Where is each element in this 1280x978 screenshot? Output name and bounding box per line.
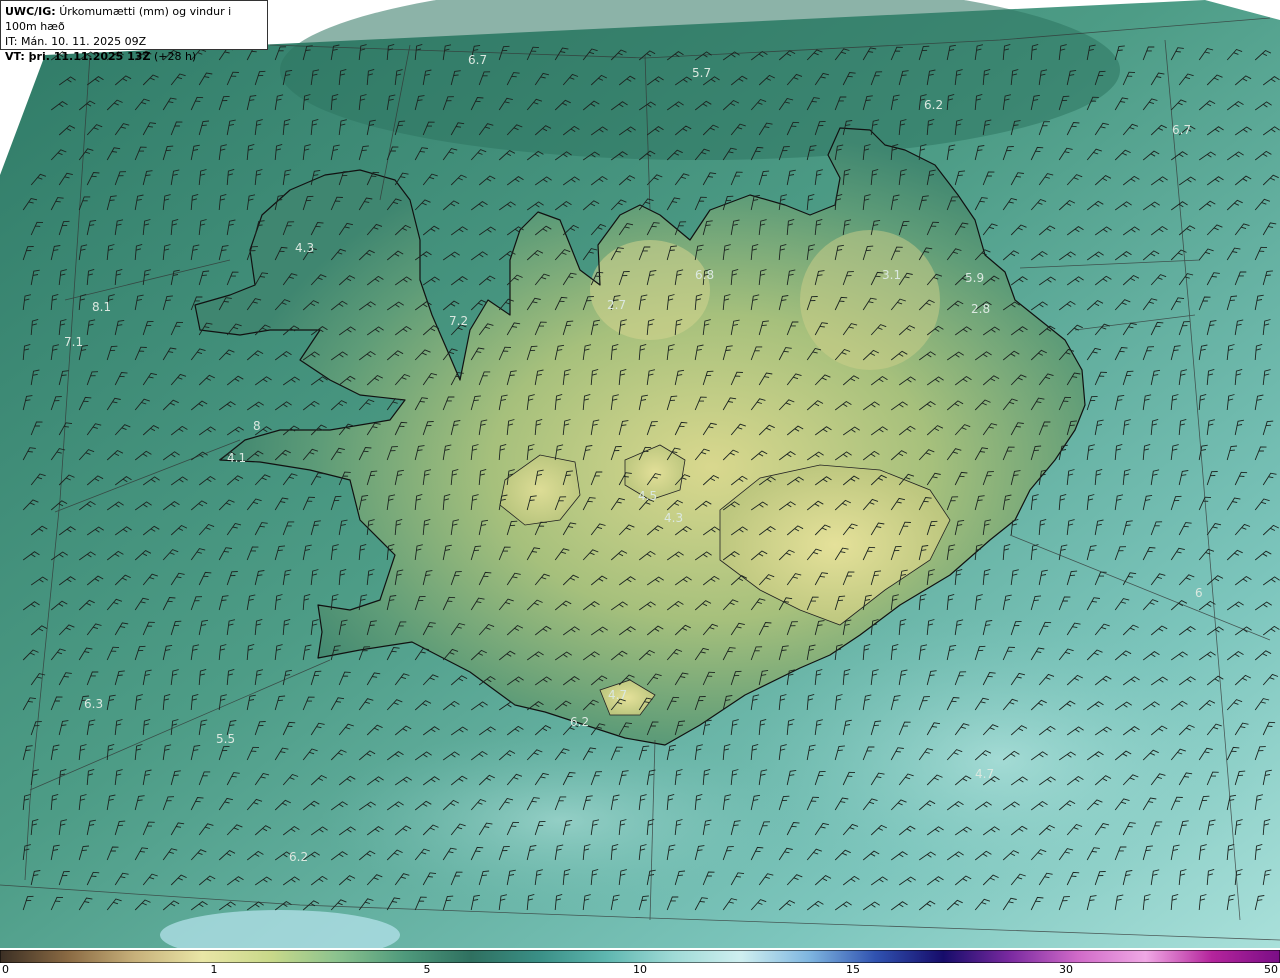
precip-value-label: 7.1 [64, 335, 83, 349]
colorbar-tick: 10 [633, 963, 647, 976]
precip-value-label: 3.1 [882, 268, 901, 282]
precip-value-label: 8 [253, 419, 261, 433]
precip-value-label: 4.7 [608, 688, 627, 702]
precip-value-label: 7.2 [449, 314, 468, 328]
precip-value-label: 4.3 [295, 241, 314, 255]
precip-value-label: 5.5 [216, 732, 235, 746]
precip-value-label: 6.7 [468, 53, 487, 67]
model-code: UWC/IG: [5, 5, 56, 18]
colorbar-tick: 30 [1059, 963, 1073, 976]
precip-value-label: 5.9 [965, 271, 984, 285]
precip-value-label: 2.8 [971, 302, 990, 316]
precip-value-label: 6.2 [289, 850, 308, 864]
precip-value-label: 6 [1195, 586, 1203, 600]
precip-value-label: 6.3 [84, 697, 103, 711]
colorbar-tick-labels: 0 1 5 10 15 30 50 [0, 961, 1280, 978]
precip-value-label: 6.2 [924, 98, 943, 112]
precip-value-label: 6.7 [1172, 123, 1191, 137]
precip-value-label: 6.2 [570, 715, 589, 729]
precip-value-label: 4.5 [638, 489, 657, 503]
init-time: IT: Mán. 10. 11. 2025 09Z [5, 35, 147, 48]
precip-value-label: 5.7 [692, 66, 711, 80]
colorbar-tick: 15 [846, 963, 860, 976]
precip-colorbar [0, 948, 1280, 964]
valid-offset: (+28 h) [153, 50, 197, 63]
precip-value-label: 2.7 [607, 298, 626, 312]
valid-time: VT: þri. 11.11.2025 13Z [5, 50, 151, 63]
colorbar-tick: 1 [210, 963, 218, 976]
precip-value-label: 8.1 [92, 300, 111, 314]
precip-value-label: 6.8 [695, 268, 714, 282]
precip-value-label: 4.7 [975, 767, 994, 781]
precip-value-label: 4.3 [664, 511, 683, 525]
colorbar-tick: 0 [2, 963, 9, 976]
forecast-map: 6.7 5.7 6.2 6.7 4.3 6.8 3.1 5.9 2.8 2.7 7.2 8.1 7.1 8… [0, 0, 1280, 960]
colorbar-tick: 5 [423, 963, 431, 976]
forecast-info-box: UWC/IG: Úrkomumætti (mm) og vindur i 100… [0, 0, 268, 63]
precip-value-label: 4.1 [227, 451, 246, 465]
colorbar-tick: 50 [1264, 963, 1278, 976]
map-canvas: 6.7 5.7 6.2 6.7 4.3 6.8 3.1 5.9 2.8 2.7 7.2 8.1 7.1 8… [0, 0, 1280, 960]
